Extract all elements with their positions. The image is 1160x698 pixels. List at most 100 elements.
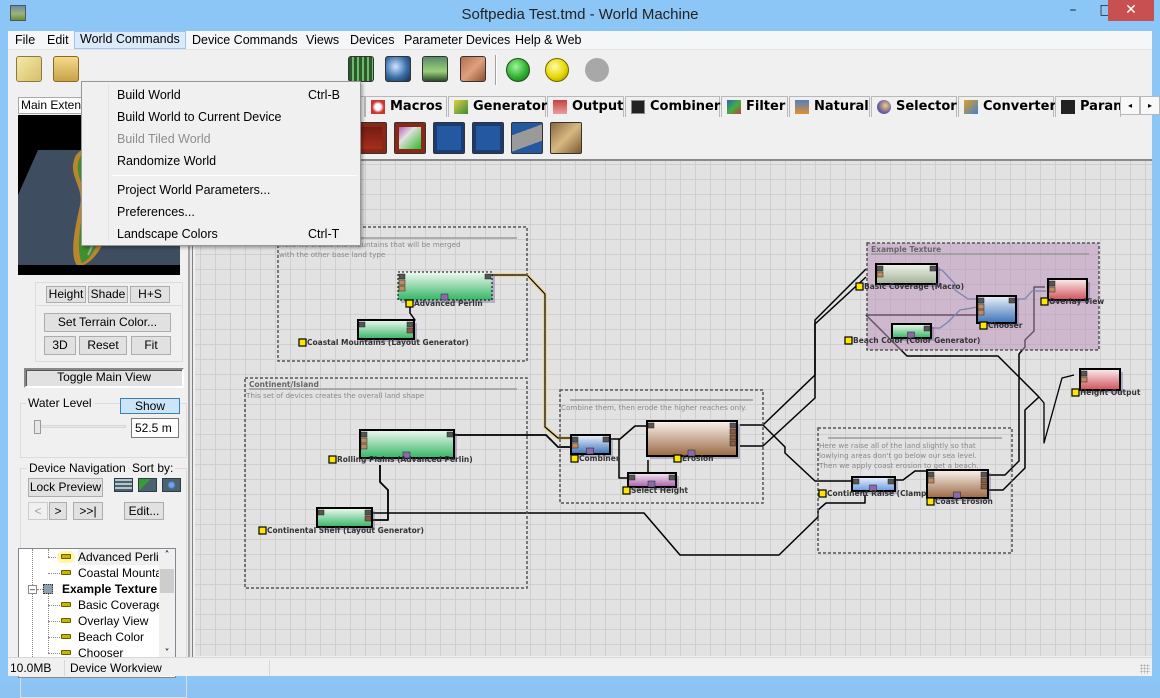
- output-port[interactable]: [446, 431, 454, 438]
- terrain-view-icon[interactable]: [422, 56, 448, 82]
- title-bar[interactable]: Softpedia Test.tmd - World Machine – □ ✕: [0, 0, 1160, 31]
- menu-device-commands[interactable]: Device Commands: [187, 32, 303, 50]
- input-port[interactable]: [571, 436, 579, 443]
- device-label[interactable]: Coastal Mountains (Layout Generator): [307, 338, 469, 347]
- device-status-icon[interactable]: [298, 338, 307, 347]
- device-label[interactable]: Overlay View: [1049, 297, 1104, 306]
- tab-natural[interactable]: Natural: [789, 96, 870, 117]
- hs-button[interactable]: H+S: [130, 286, 170, 303]
- device-label[interactable]: Combiner: [579, 454, 620, 463]
- nav-last-button[interactable]: >>|: [73, 502, 103, 520]
- set-terrain-color-button[interactable]: Set Terrain Color...: [44, 313, 171, 332]
- output-port[interactable]: [729, 434, 737, 441]
- fit-button[interactable]: Fit: [131, 336, 171, 355]
- water-level-slider-thumb[interactable]: [34, 420, 41, 434]
- output-port[interactable]: [980, 483, 988, 490]
- input-port[interactable]: [317, 509, 325, 516]
- device-node[interactable]: Erosion: [646, 420, 740, 463]
- output-port[interactable]: [980, 471, 988, 478]
- device-status-icon[interactable]: [673, 454, 682, 463]
- input-port[interactable]: [571, 442, 579, 449]
- input-port[interactable]: [358, 321, 366, 328]
- device-status-icon[interactable]: [622, 486, 631, 495]
- input-port[interactable]: [398, 279, 406, 286]
- reset-button[interactable]: Reset: [79, 336, 127, 355]
- device-node[interactable]: Combiner: [570, 434, 620, 463]
- device-node[interactable]: Height Output: [1071, 368, 1141, 397]
- menu-item-randomize-world[interactable]: Randomize World: [82, 150, 360, 172]
- sort-type-icon[interactable]: [138, 478, 157, 492]
- device-label[interactable]: Beach Color (Color Generator): [853, 336, 980, 345]
- menu-help-web[interactable]: Help & Web: [510, 32, 586, 50]
- device-label[interactable]: Chooser: [988, 321, 1023, 330]
- tree-item[interactable]: Basic Coverage: [19, 597, 163, 613]
- device-status-icon[interactable]: [979, 321, 988, 330]
- device-grid-icon[interactable]: [348, 56, 374, 82]
- sort-list-icon[interactable]: [114, 478, 133, 492]
- device-status-icon[interactable]: [570, 454, 579, 463]
- device-status-icon[interactable]: [844, 336, 853, 345]
- tab-combiner[interactable]: Combiner: [625, 96, 720, 117]
- input-port[interactable]: [852, 478, 860, 485]
- device-node[interactable]: Coastal Mountains (Layout Generator): [298, 319, 469, 347]
- device-label[interactable]: Erosion: [682, 454, 714, 463]
- tab-output[interactable]: Output: [547, 96, 624, 117]
- input-port[interactable]: [876, 271, 884, 278]
- output-port[interactable]: [1008, 297, 1016, 304]
- output-port[interactable]: [406, 321, 414, 328]
- tab-generator[interactable]: Generator: [448, 96, 547, 117]
- output-port[interactable]: [729, 428, 737, 435]
- device-label[interactable]: Continental Shelf (Layout Generator): [267, 526, 424, 535]
- device-label[interactable]: Coast Erosion: [935, 497, 993, 506]
- edit-button[interactable]: Edit...: [124, 502, 164, 520]
- layout-output-icon[interactable]: [472, 122, 504, 154]
- tree-vertical-scrollbar[interactable]: ˄ ˅: [159, 549, 175, 661]
- output-port[interactable]: [364, 509, 372, 516]
- menu-devices[interactable]: Devices: [345, 32, 399, 50]
- device-status-icon[interactable]: [405, 299, 414, 308]
- input-port[interactable]: [360, 437, 368, 444]
- input-port[interactable]: [1080, 370, 1088, 377]
- water-level-slider[interactable]: [34, 425, 126, 428]
- input-port[interactable]: [1048, 280, 1056, 287]
- device-node[interactable]: Coast Erosion: [926, 469, 993, 506]
- output-port[interactable]: [364, 515, 372, 522]
- height-button[interactable]: Height: [46, 286, 86, 303]
- device-status-icon[interactable]: [1071, 388, 1080, 397]
- menu-item-landscape-colors[interactable]: Landscape Colors Ctrl-T: [82, 223, 360, 245]
- input-port[interactable]: [647, 422, 655, 429]
- ramp-output-icon[interactable]: [511, 122, 543, 154]
- device-label[interactable]: Height Output: [1080, 388, 1141, 397]
- input-port[interactable]: [1080, 376, 1088, 383]
- input-port[interactable]: [398, 273, 406, 280]
- tab-selector[interactable]: Selector: [871, 96, 957, 117]
- close-button[interactable]: ✕: [1108, 0, 1154, 21]
- input-port[interactable]: [977, 297, 985, 304]
- globe-icon[interactable]: [385, 56, 411, 82]
- device-node[interactable]: Select Height: [622, 472, 688, 495]
- output-port[interactable]: [980, 477, 988, 484]
- device-node[interactable]: Continent Raise (Clamp): [818, 476, 930, 498]
- output-port[interactable]: [887, 478, 895, 485]
- device-box[interactable]: [357, 319, 415, 340]
- output-port[interactable]: [602, 436, 610, 443]
- lock-preview-button[interactable]: Lock Preview: [28, 478, 103, 497]
- device-label[interactable]: Basic Coverage (Macro): [864, 282, 964, 291]
- device-box[interactable]: [875, 263, 938, 285]
- input-port[interactable]: [977, 309, 985, 316]
- menu-views[interactable]: Views: [301, 32, 344, 50]
- sort-tree-icon[interactable]: [162, 478, 181, 492]
- input-port[interactable]: [360, 431, 368, 438]
- height-output-icon[interactable]: [433, 122, 465, 154]
- output-port[interactable]: [729, 422, 737, 429]
- device-box[interactable]: [316, 507, 373, 528]
- menu-world-commands[interactable]: World Commands: [74, 31, 186, 49]
- output-port[interactable]: [729, 440, 737, 447]
- tab-scroll-right-button[interactable]: ▸: [1140, 96, 1160, 115]
- device-label[interactable]: Continent Raise (Clamp): [827, 489, 930, 498]
- device-node[interactable]: Advanced Perlin: [397, 271, 495, 308]
- new-world-icon[interactable]: [16, 56, 42, 82]
- nav-next-button[interactable]: >: [49, 502, 67, 520]
- resize-grip[interactable]: [1140, 664, 1150, 674]
- device-node[interactable]: Chooser: [976, 295, 1023, 330]
